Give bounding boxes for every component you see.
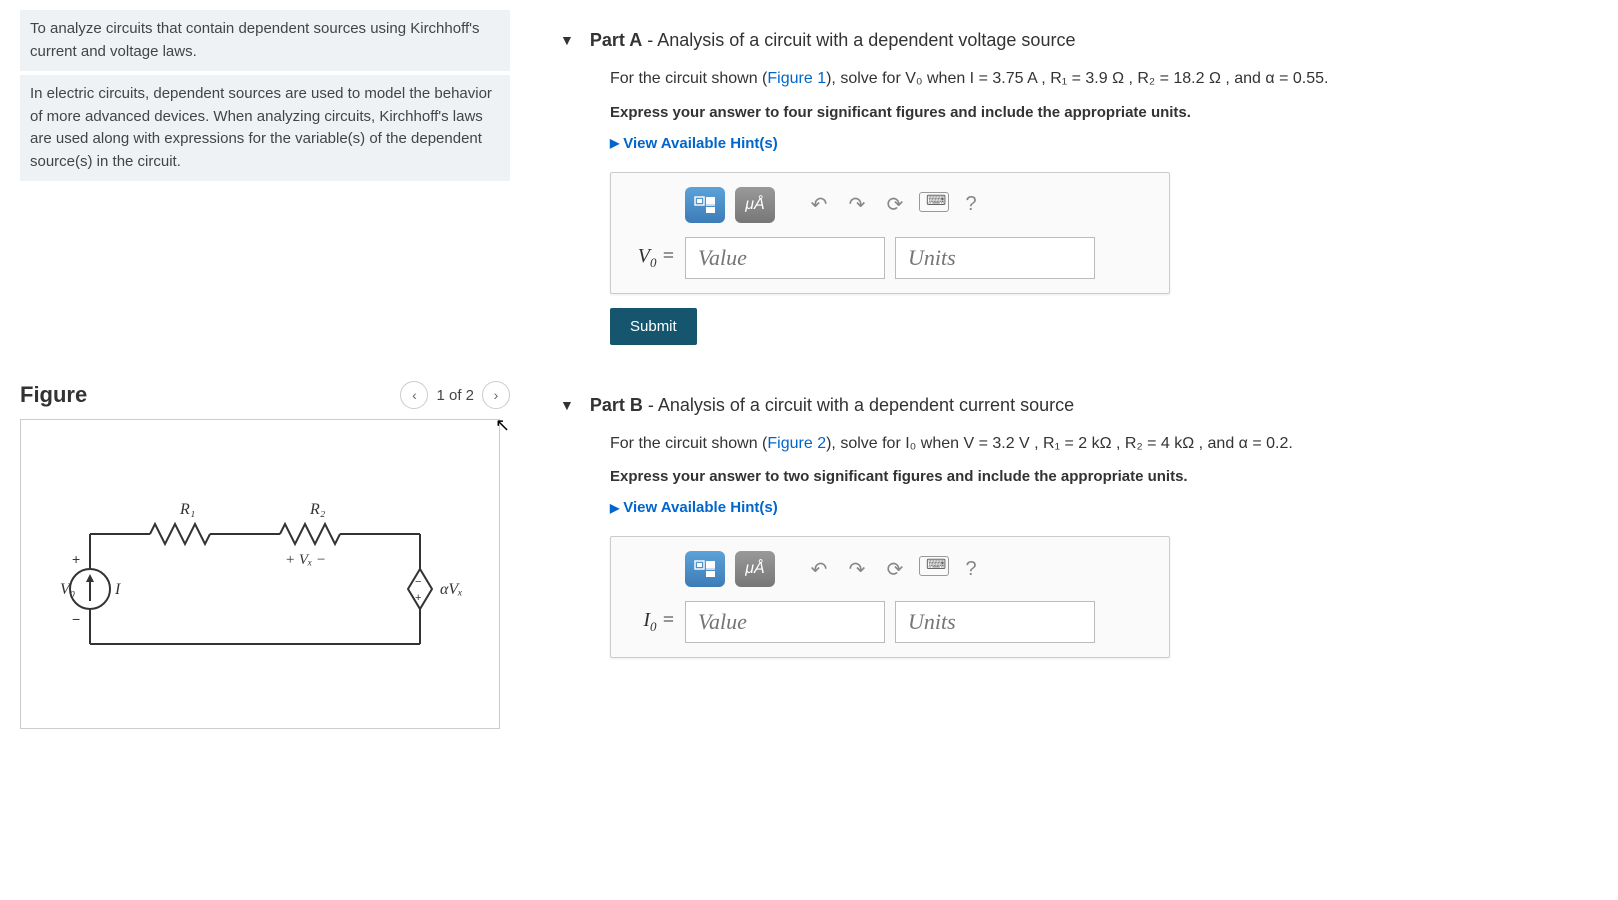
redo-icon[interactable]: ↷ <box>843 192 871 217</box>
undo-icon[interactable]: ↶ <box>805 192 833 217</box>
keyboard-icon[interactable] <box>919 556 947 582</box>
part-a-answer-box: μÅ ↶ ↷ ⟳ ? V0 = <box>610 172 1170 294</box>
undo-icon[interactable]: ↶ <box>805 557 833 582</box>
intro-text-2: In electric circuits, dependent sources … <box>20 75 510 181</box>
part-a-title: Part A - Analysis of a circuit with a de… <box>590 30 1076 51</box>
symbols-tool-button[interactable]: μÅ <box>735 187 775 223</box>
svg-text:R₂: R₂ <box>309 501 326 518</box>
part-a-value-input[interactable] <box>685 237 885 279</box>
svg-text:−: − <box>415 576 421 588</box>
svg-text:R₁: R₁ <box>179 501 195 518</box>
intro-text-1: To analyze circuits that contain depende… <box>20 10 510 71</box>
part-b-instruction: Express your answer to two significant f… <box>610 468 1588 485</box>
chevron-right-icon: ▶ <box>610 136 619 150</box>
part-b-value-input[interactable] <box>685 601 885 643</box>
part-b-title: Part B - Analysis of a circuit with a de… <box>590 395 1074 416</box>
part-b-problem-text: For the circuit shown (Figure 2), solve … <box>610 431 1588 457</box>
part-a-instruction: Express your answer to four significant … <box>610 104 1588 121</box>
part-b-answer-box: μÅ ↶ ↷ ⟳ ? I0 = <box>610 536 1170 658</box>
chevron-right-icon: ▶ <box>610 501 619 515</box>
keyboard-icon[interactable] <box>919 192 947 218</box>
part-a-hints-toggle[interactable]: ▶View Available Hint(s) <box>610 135 1588 152</box>
help-icon[interactable]: ? <box>957 558 985 581</box>
part-a-problem-text: For the circuit shown (Figure 1), solve … <box>610 66 1588 92</box>
part-b-hints-toggle[interactable]: ▶View Available Hint(s) <box>610 499 1588 516</box>
redo-icon[interactable]: ↷ <box>843 557 871 582</box>
figure-title: Figure <box>20 382 87 408</box>
svg-text:αVₓ: αVₓ <box>440 581 463 598</box>
figure-1-link[interactable]: Figure 1 <box>767 70 826 87</box>
figure-2-link[interactable]: Figure 2 <box>767 435 826 452</box>
svg-text:+: + <box>415 592 421 604</box>
reset-icon[interactable]: ⟳ <box>881 192 909 217</box>
svg-text:I: I <box>114 581 121 598</box>
svg-text:+: + <box>72 551 80 567</box>
figure-prev-button[interactable]: ‹ <box>400 381 428 409</box>
help-icon[interactable]: ? <box>957 193 985 216</box>
part-a-units-input[interactable] <box>895 237 1095 279</box>
part-b-units-input[interactable] <box>895 601 1095 643</box>
part-a-variable-label: V0 = <box>625 245 675 271</box>
figure-nav-text: 1 of 2 <box>436 387 474 404</box>
template-tool-button[interactable] <box>685 187 725 223</box>
figure-next-button[interactable]: › <box>482 381 510 409</box>
part-a-collapse-icon[interactable]: ▼ <box>560 32 574 48</box>
svg-text:−: − <box>72 611 80 627</box>
symbols-tool-button[interactable]: μÅ <box>735 551 775 587</box>
template-tool-button[interactable] <box>685 551 725 587</box>
reset-icon[interactable]: ⟳ <box>881 557 909 582</box>
figure-image: − + R₁ R₂ + Vₓ − V₀ + − I αVₓ <box>20 419 500 729</box>
part-b-variable-label: I0 = <box>625 609 675 635</box>
part-a-submit-button[interactable]: Submit <box>610 308 697 345</box>
part-b-collapse-icon[interactable]: ▼ <box>560 397 574 413</box>
svg-text:+ Vₓ −: + Vₓ − <box>285 552 326 568</box>
svg-text:V₀: V₀ <box>60 581 75 598</box>
